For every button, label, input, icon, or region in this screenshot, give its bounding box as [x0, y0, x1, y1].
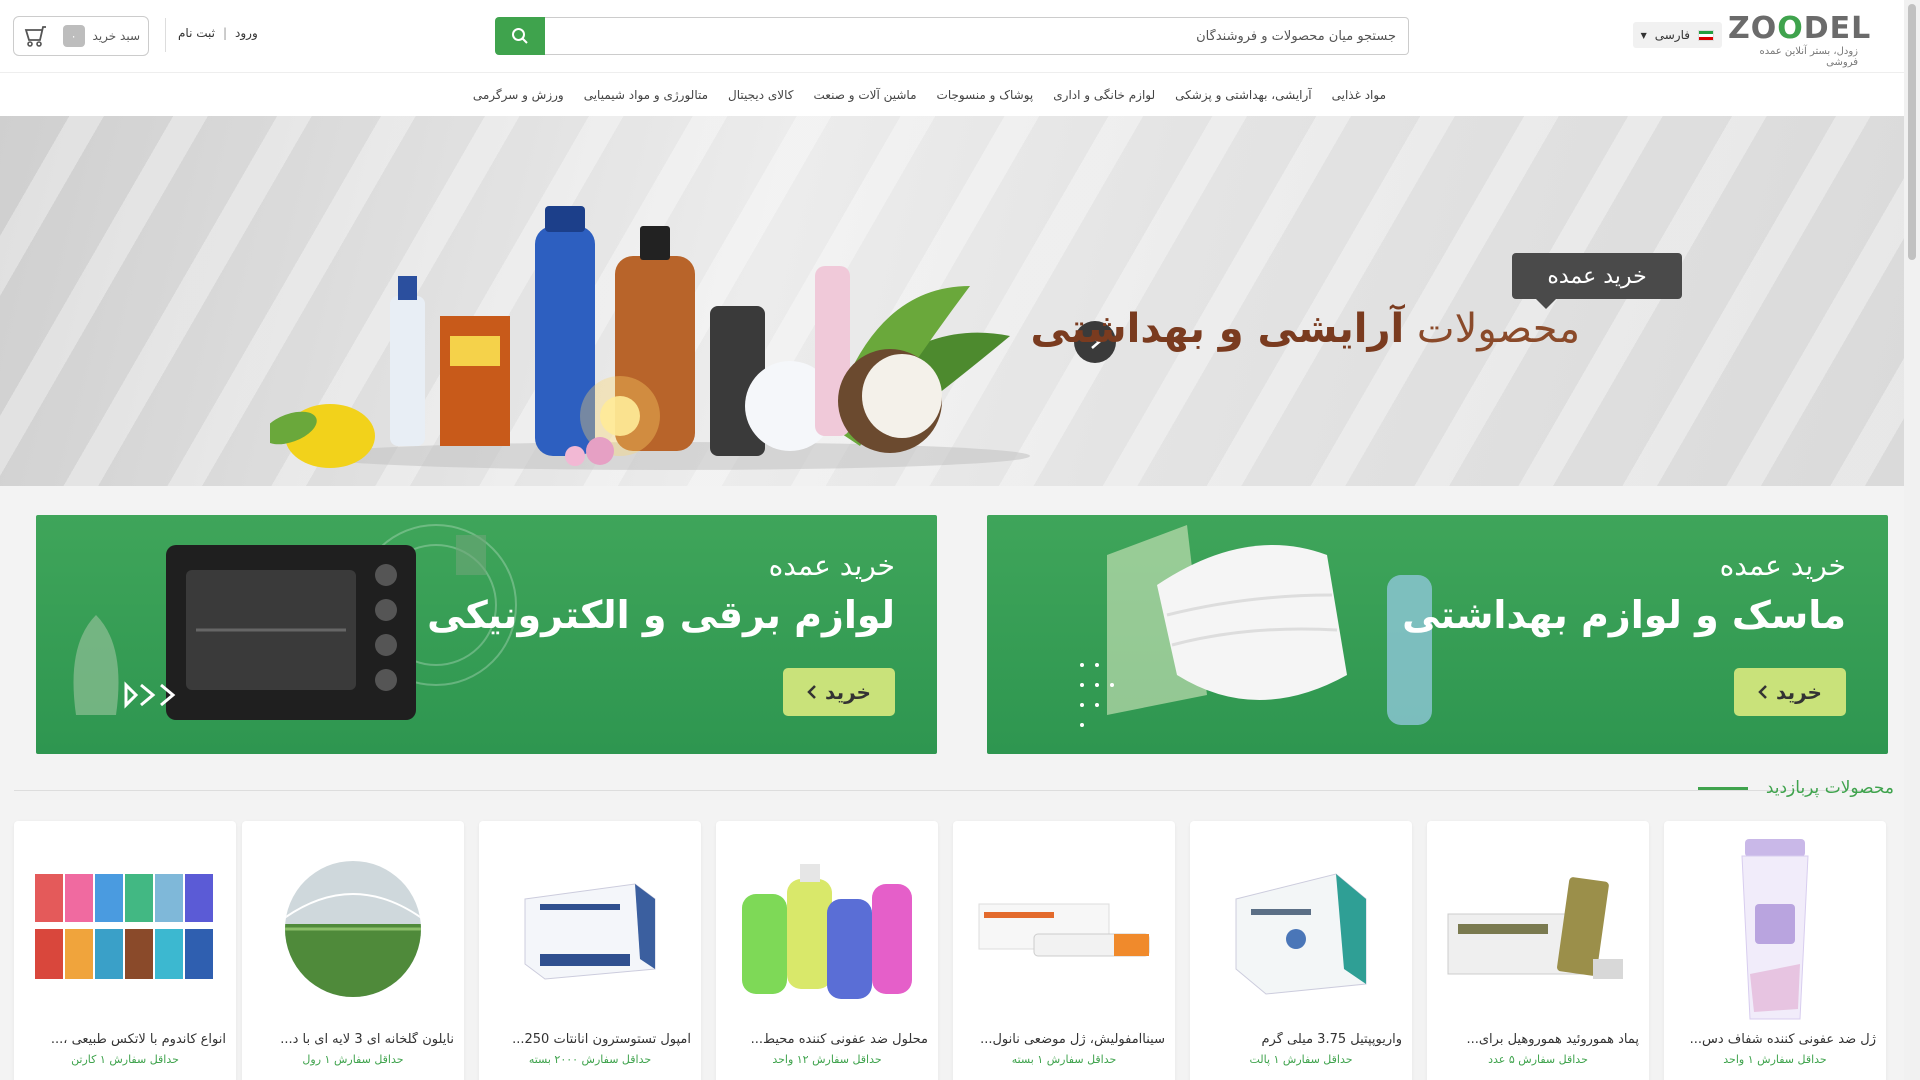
register-link[interactable]: ثبت نام	[178, 26, 215, 40]
product-name: واریوپپتیل 3.75 میلی گرم	[1261, 1032, 1402, 1047]
cosmetics-products-illustration	[270, 206, 1030, 470]
product-image	[490, 831, 690, 1027]
product-image	[1438, 831, 1638, 1027]
promo-title: لوازم برقی و الکترونیکی	[427, 593, 895, 637]
section-title: محصولات پربازدید	[1765, 778, 1894, 798]
product-min-order: حداقل سفارش ۵ عدد	[1488, 1053, 1588, 1066]
product-image	[1201, 831, 1401, 1027]
auth-separator: |	[222, 26, 228, 40]
auth-links: ورود | ثبت نام	[178, 26, 258, 40]
promo-kicker: خرید عمده	[768, 549, 895, 582]
product-name: پماد هموروئید هموروهیل برای...	[1466, 1032, 1639, 1047]
product-min-order: حداقل سفارش ۲۰۰۰ بسته	[528, 1053, 652, 1066]
scrollbar-thumb[interactable]	[1908, 4, 1916, 260]
product-min-order: حداقل سفارش ۱۲ واحد	[772, 1053, 882, 1066]
hero-banner[interactable]: خرید عمده محصولات آرایشی و بهداشتی	[0, 116, 1904, 486]
language-selector[interactable]: فارسی ▼	[1632, 22, 1722, 48]
cart-label: سبد خرید	[92, 29, 140, 43]
product-card[interactable]: نایلون گلخانه ای 3 لایه ای با د... حداقل…	[242, 821, 464, 1080]
section-accent-bar	[1697, 786, 1748, 790]
promo-banner-electronics[interactable]: خرید عمده لوازم برقی و الکترونیکی خرید	[36, 515, 937, 754]
site-logo[interactable]: ZOODEL زودل، بستر آنلاین عمده فروشی	[1728, 11, 1872, 69]
caret-down-icon: ▼	[1640, 30, 1647, 40]
product-card[interactable]: پماد هموروئید هموروهیل برای... حداقل سفا…	[1427, 821, 1649, 1080]
nav-item-home-office[interactable]: لوازم خانگی و اداری	[1053, 88, 1155, 102]
chevron-left-icon	[1758, 685, 1767, 699]
product-name: آمپول تستوسترون انانتات 250...	[512, 1032, 691, 1047]
promo-buy-button[interactable]: خرید	[783, 668, 895, 716]
product-min-order: حداقل سفارش ۱ بسته	[1011, 1053, 1117, 1066]
cart-count-badge: ۰	[62, 25, 85, 47]
promo-banner-masks[interactable]: خرید عمده ماسک و لوازم بهداشتی خرید	[987, 515, 1888, 754]
product-min-order: حداقل سفارش ۱ رول	[302, 1053, 404, 1066]
logo-tagline: زودل، بستر آنلاین عمده فروشی	[1759, 46, 1858, 68]
product-image	[964, 831, 1164, 1027]
product-min-order: حداقل سفارش ۱ کارتن	[71, 1053, 179, 1066]
section-header: محصولات پربازدید	[1697, 778, 1894, 798]
nav-item-chemicals[interactable]: متالورژی و مواد شیمیایی	[584, 88, 708, 102]
category-nav: مواد غذایی آرایشی، بهداشتی و پزشکی لوازم…	[0, 72, 1904, 116]
login-link[interactable]: ورود	[235, 26, 258, 40]
iran-flag-icon	[1698, 29, 1714, 41]
nav-item-digital[interactable]: کالای دیجیتال	[728, 88, 793, 102]
product-name: محلول ضد عفونی کننده محیط...	[750, 1032, 928, 1047]
product-card[interactable]: انواع کاندوم با لاتکس طبیعی ،... حداقل س…	[14, 821, 236, 1080]
product-name: نایلون گلخانه ای 3 لایه ای با د...	[280, 1032, 454, 1047]
nav-item-machinery[interactable]: ماشین آلات و صنعت	[814, 88, 917, 102]
product-image	[1675, 831, 1875, 1027]
page-scrollbar[interactable]	[1904, 0, 1920, 1080]
search-button[interactable]	[495, 17, 545, 55]
product-card[interactable]: سیناآمفولیش، ژل موضعی نانول... حداقل سفا…	[953, 821, 1175, 1080]
section-divider	[14, 790, 1874, 791]
search-icon	[512, 28, 528, 44]
promo-buy-button[interactable]: خرید	[1734, 668, 1846, 716]
logo-wordmark: ZOODEL	[1728, 11, 1872, 46]
product-card[interactable]: واریوپپتیل 3.75 میلی گرم حداقل سفارش ۱ پ…	[1190, 821, 1412, 1080]
hero-badge: خرید عمده	[1512, 253, 1682, 309]
site-header: ZOODEL زودل، بستر آنلاین عمده فروشی فارس…	[0, 0, 1904, 72]
cart-button[interactable]: ۰ سبد خرید	[13, 16, 149, 56]
promo-title: ماسک و لوازم بهداشتی	[1402, 593, 1846, 637]
nav-item-sports[interactable]: ورزش و سرگرمی	[473, 88, 564, 102]
product-image	[727, 831, 927, 1027]
product-name: سیناآمفولیش، ژل موضعی نانول...	[980, 1032, 1165, 1047]
chevron-left-icon	[807, 685, 816, 699]
language-label: فارسی	[1654, 28, 1690, 42]
product-card[interactable]: آمپول تستوسترون انانتات 250... حداقل سفا…	[479, 821, 701, 1080]
promo-kicker: خرید عمده	[1719, 549, 1846, 582]
product-card[interactable]: محلول ضد عفونی کننده محیط... حداقل سفارش…	[716, 821, 938, 1080]
product-card[interactable]: ژل ضد عفونی کننده شفاف دس... حداقل سفارش…	[1664, 821, 1886, 1080]
product-name: ژل ضد عفونی کننده شفاف دس...	[1689, 1032, 1876, 1047]
product-name: انواع کاندوم با لاتکس طبیعی ،...	[50, 1032, 226, 1047]
product-image	[25, 831, 225, 1027]
product-min-order: حداقل سفارش ۱ واحد	[1723, 1053, 1827, 1066]
product-image	[253, 831, 453, 1027]
hero-title: محصولات آرایشی و بهداشتی	[1030, 306, 1580, 352]
nav-item-health[interactable]: آرایشی، بهداشتی و پزشکی	[1175, 88, 1311, 102]
product-carousel: ژل ضد عفونی کننده شفاف دس... حداقل سفارش…	[14, 821, 1890, 1080]
cart-icon	[24, 26, 46, 47]
product-min-order: حداقل سفارش ۱ پالت	[1249, 1053, 1353, 1066]
search-bar	[495, 17, 1409, 55]
nav-item-apparel[interactable]: پوشاک و منسوجات	[937, 88, 1034, 102]
header-divider	[165, 18, 166, 52]
search-input[interactable]	[545, 17, 1409, 55]
nav-item-food[interactable]: مواد غذایی	[1332, 88, 1386, 102]
